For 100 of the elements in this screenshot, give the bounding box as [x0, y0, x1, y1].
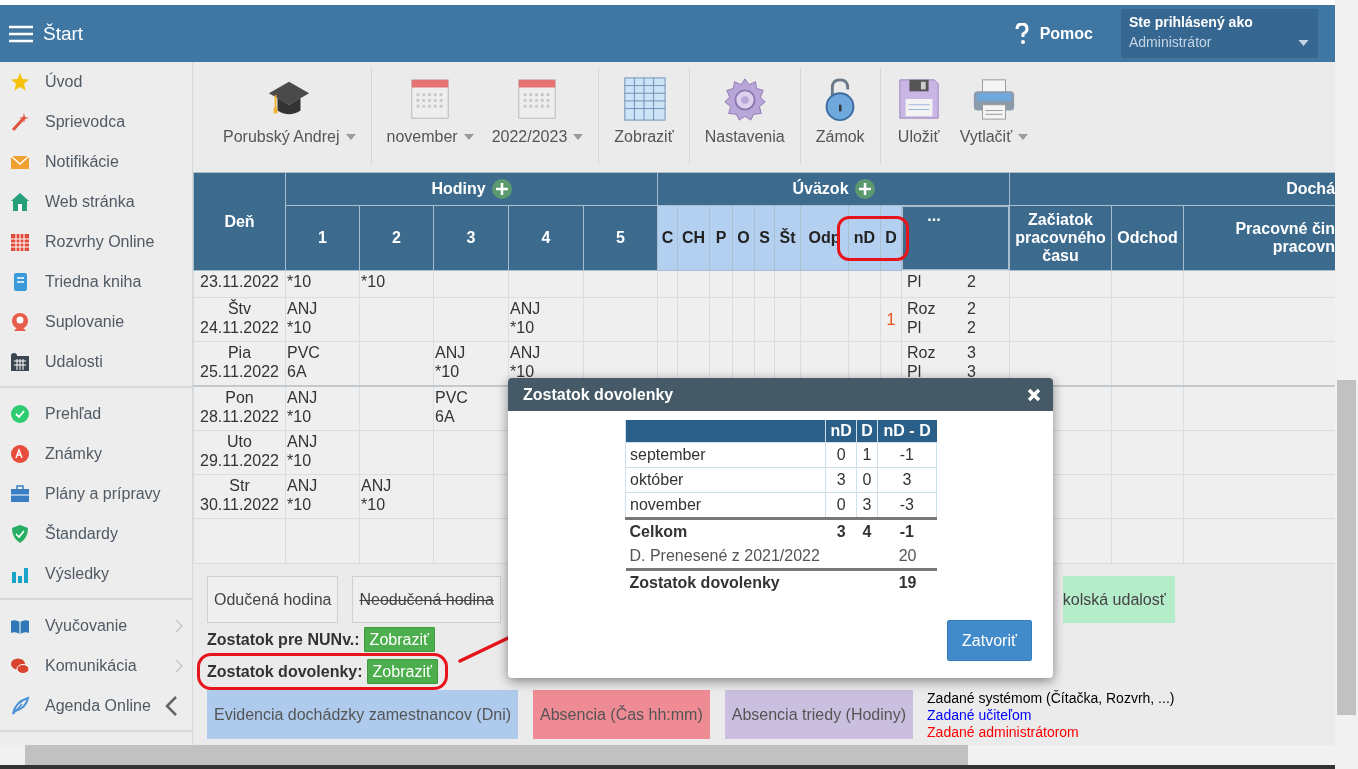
table-cell: ANJ *10	[285, 297, 360, 342]
user-dropdown[interactable]: Ste prihlásený ako Administrátor	[1121, 9, 1318, 58]
table-cell: 3	[825, 467, 857, 493]
table-cell: ANJ *10	[285, 430, 360, 475]
page-title: Štart	[43, 22, 84, 45]
table-cell: november	[625, 492, 826, 519]
legend-item: Neodučená hodina	[352, 576, 501, 623]
sidebar-item[interactable]: Web stránka	[0, 182, 192, 222]
table-cell: 1	[856, 442, 878, 468]
table-cell: -1	[877, 518, 937, 544]
toolbar-button[interactable]: Zámok	[815, 68, 865, 164]
column-header: D	[856, 420, 878, 443]
table-cell: september	[625, 442, 826, 468]
legend-item: kolská udalosť	[1062, 576, 1175, 623]
table-cell: október	[625, 467, 826, 493]
load-code: Roz	[907, 343, 937, 362]
group-header: Hodiny	[431, 180, 486, 198]
toolbar-button[interactable]: 2022/2023	[491, 68, 584, 164]
column-header: nD	[825, 420, 857, 443]
table-cell: ANJ *10	[285, 386, 360, 431]
toolbar-button[interactable]: Zobraziť	[614, 68, 674, 164]
sidebar-item[interactable]: Notifikácie	[0, 142, 192, 182]
toolbar-button[interactable]: Porubský Andrej	[223, 68, 356, 164]
date-cell: Pon 28.11.2022	[193, 386, 286, 431]
date-cell: Štv 24.11.2022	[193, 297, 286, 342]
sidebar-item[interactable]: Sprievodca	[0, 102, 192, 142]
legend-item: Evidencia dochádzky zamestnancov (Dni)	[207, 690, 519, 739]
column-header: 3	[433, 205, 509, 271]
help-link[interactable]: Pomoc	[1039, 24, 1093, 43]
table-cell: ANJ *10	[285, 474, 360, 519]
table-cell: 3	[877, 467, 937, 493]
toolbar-button[interactable]: Uložiť	[895, 68, 942, 164]
sidebar-item[interactable]: Suplovanie	[0, 302, 192, 342]
sidebar-item[interactable]: Plány a prípravy	[0, 474, 192, 514]
column-header: 2	[359, 205, 434, 271]
column-header: Pracovné čin pracovn	[1183, 205, 1335, 271]
toolbar-button[interactable]: Vytlačiť	[959, 68, 1029, 164]
column-header: 5	[583, 205, 658, 271]
sidebar-item[interactable]: Štandardy	[0, 514, 192, 554]
balance-label: Zostatok dovolenky:	[207, 662, 363, 681]
sidebar-item[interactable]: Komunikácia	[0, 646, 192, 686]
table-cell: 19	[877, 569, 937, 595]
date-cell: Str 30.11.2022	[193, 474, 286, 519]
group-header: Dochá	[1009, 172, 1335, 206]
load-code: Pl	[907, 318, 923, 337]
sidebar-item[interactable]: Vyučovanie	[0, 606, 192, 646]
sidebar-item[interactable]: Výsledky	[0, 554, 192, 594]
close-button[interactable]: Zatvoriť	[947, 620, 1032, 661]
column-header: 4	[508, 205, 584, 271]
column-header: ...	[902, 206, 1010, 270]
load-count: 2	[967, 272, 977, 291]
dialog-title: Zostatok dovolenky	[523, 385, 674, 404]
column-header: CH	[677, 205, 710, 271]
table-cell: ANJ *10	[359, 474, 434, 519]
sidebar-item[interactable]: Agenda Online	[0, 686, 192, 726]
column-header: nD - D	[877, 420, 937, 443]
date-cell: Pia 25.11.2022	[193, 341, 286, 386]
load-code: Pl	[907, 272, 923, 291]
table-cell: ANJ *10	[508, 297, 584, 342]
date-cell: Uto 29.11.2022	[193, 430, 286, 475]
table-cell: 20	[877, 544, 937, 570]
column-header: Začiatok pracovného času	[1009, 205, 1112, 271]
balance-label: Zostatok pre NUNv.:	[207, 630, 360, 649]
legend-note: Zadané učiteľom	[927, 707, 1033, 724]
table-cell: Celkom	[625, 518, 826, 544]
legend-note: Zadané systémom (Čítačka, Rozvrh, ...)	[927, 690, 1175, 707]
sidebar-item[interactable]: Rozvrhy Online	[0, 222, 192, 262]
sidebar-item[interactable]: Prehľad	[0, 394, 192, 434]
legend-item: Odučená hodina	[207, 576, 339, 623]
load-count: 3	[967, 343, 977, 362]
column-header: Odchod	[1111, 205, 1184, 271]
load-count: 2	[967, 318, 977, 337]
table-cell: *10	[285, 270, 360, 298]
sidebar-item[interactable]: Triedna kniha	[0, 262, 192, 302]
table-cell: -1	[877, 442, 937, 468]
table-cell: 0	[856, 467, 878, 493]
load-count: 3	[967, 362, 977, 381]
group-header: Úväzok	[792, 180, 849, 198]
column-header: 1	[285, 205, 360, 271]
load-code: Roz	[907, 299, 937, 318]
table-cell: Zostatok dovolenky	[625, 569, 878, 595]
date-cell: 23.11.2022	[193, 270, 286, 298]
column-header: Deň	[193, 172, 286, 271]
table-cell: PVC 6A	[433, 386, 509, 431]
sidebar-item[interactable]: Známky	[0, 434, 192, 474]
toolbar-button[interactable]: november	[386, 68, 474, 164]
column-header: nD	[853, 229, 876, 246]
table-cell: 3	[825, 518, 857, 544]
table-cell: 4	[856, 518, 878, 544]
sidebar-item[interactable]: Udalosti	[0, 342, 192, 382]
load-count: 2	[967, 299, 977, 318]
table-cell: *10	[359, 270, 434, 298]
toolbar-button[interactable]: Nastavenia	[704, 68, 785, 164]
legend-item: Absencia triedy (Hodiny)	[724, 690, 914, 739]
table-cell: D. Prenesené z 2021/2022	[625, 544, 878, 570]
load-code: Pl	[907, 362, 923, 381]
legend-note: Zadané administrátorom	[927, 724, 1080, 741]
sidebar-item[interactable]: Úvod	[0, 62, 192, 102]
legend-item: Absencia (Čas hh:mm)	[533, 690, 710, 739]
table-cell: 0	[825, 442, 857, 468]
